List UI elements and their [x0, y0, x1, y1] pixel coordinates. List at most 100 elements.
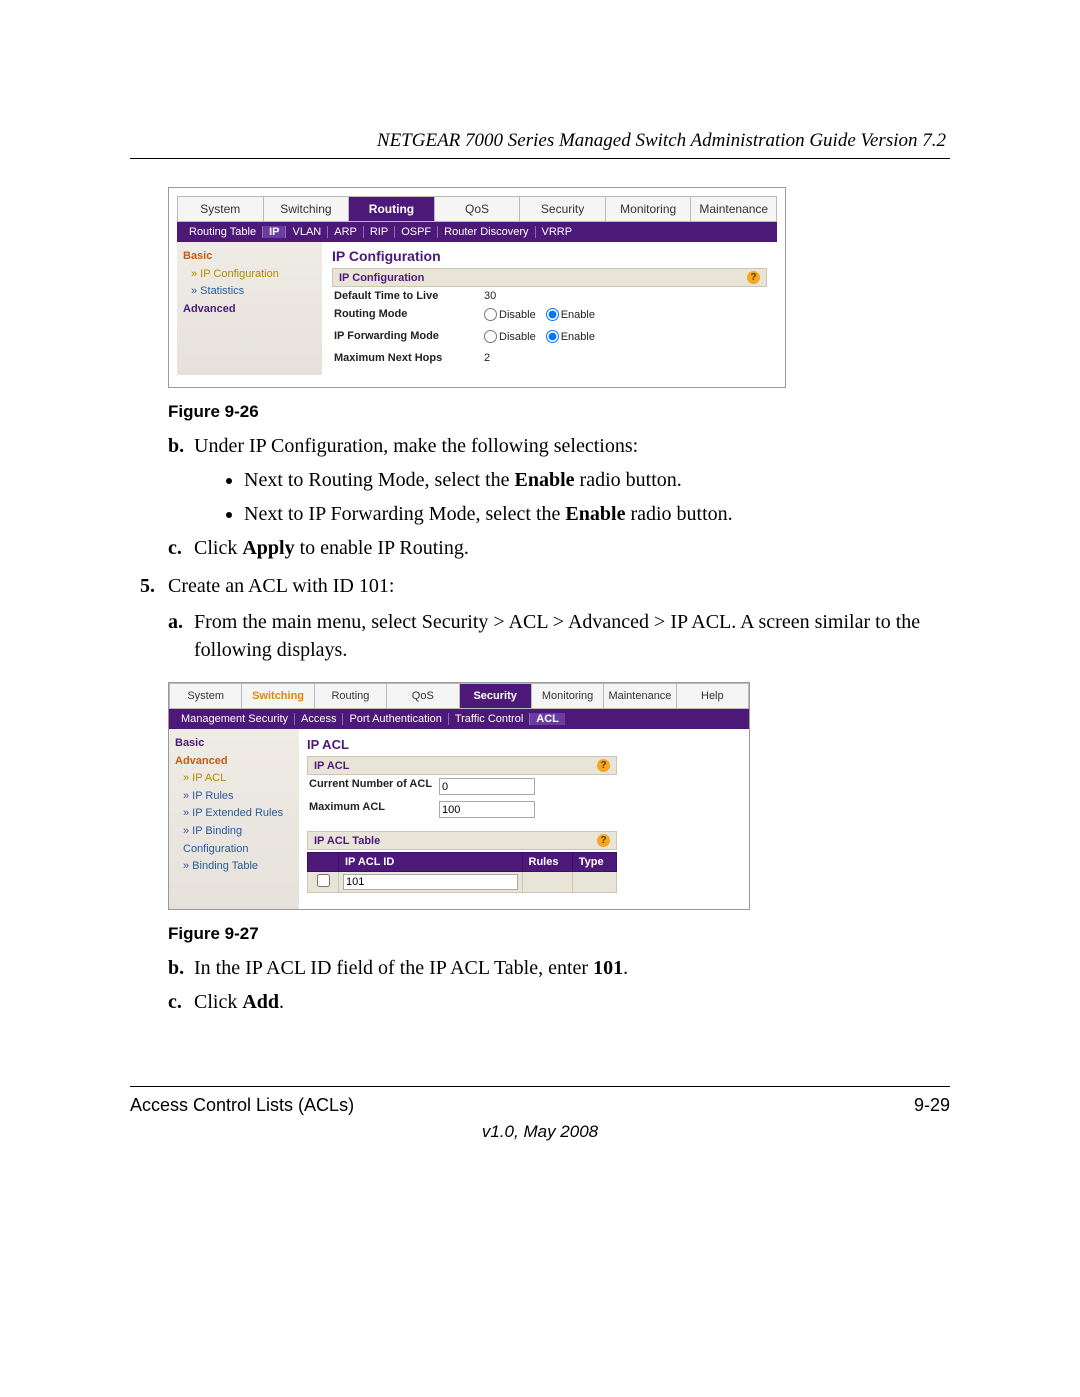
current-acl-input[interactable] — [439, 778, 535, 795]
max-hops-value: 2 — [484, 352, 765, 364]
subnav-access[interactable]: Access — [295, 713, 343, 725]
tab-help[interactable]: Help — [677, 684, 748, 708]
ttl-value: 30 — [484, 290, 765, 302]
step-c: c. Click Apply to enable IP Routing. — [168, 534, 950, 562]
figure-9-27-screenshot: System Switching Routing QoS Security Mo… — [168, 682, 750, 910]
subnav-vlan[interactable]: VLAN — [286, 226, 328, 238]
step-b-text: Under IP Configuration, make the followi… — [194, 435, 638, 457]
figure-9-26-caption: Figure 9-26 — [168, 402, 950, 422]
section-header: IP Configuration ? — [332, 268, 767, 287]
radio-label: Disable — [499, 331, 536, 343]
ip-acl-table-title: IP ACL Table — [314, 835, 380, 847]
subnav-acl[interactable]: ACL — [530, 713, 565, 725]
subnav-router-discovery[interactable]: Router Discovery — [438, 226, 535, 238]
current-acl-label: Current Number of ACL — [309, 778, 439, 795]
tab-system[interactable]: System — [170, 684, 242, 708]
main-tabs-2: System Switching Routing QoS Security Mo… — [169, 683, 749, 709]
footer-left: Access Control Lists (ACLs) — [130, 1095, 354, 1116]
radio-label: Enable — [561, 309, 595, 321]
footer-version: v1.0, May 2008 — [130, 1122, 950, 1142]
tab-monitoring[interactable]: Monitoring — [532, 684, 604, 708]
tab-routing[interactable]: Routing — [349, 197, 435, 221]
sidenav-ip-binding[interactable]: » IP Binding Configuration — [175, 823, 295, 858]
sidenav-ip-acl[interactable]: » IP ACL — [175, 770, 295, 788]
ip-acl-table-section-header: IP ACL Table ? — [307, 831, 617, 850]
step-5a: a. From the main menu, select Security >… — [168, 608, 950, 664]
tab-maintenance[interactable]: Maintenance — [604, 684, 676, 708]
max-hops-label: Maximum Next Hops — [334, 352, 484, 364]
step-5a-text: From the main menu, select Security > AC… — [194, 611, 920, 661]
subnav-traffic-control[interactable]: Traffic Control — [449, 713, 530, 725]
max-acl-input[interactable] — [439, 801, 535, 818]
side-nav: Basic » IP Configuration » Statistics Ad… — [177, 242, 322, 375]
tab-qos[interactable]: QoS — [435, 197, 521, 221]
help-icon[interactable]: ? — [747, 271, 760, 284]
section-title: IP Configuration — [339, 272, 424, 284]
footer-right: 9-29 — [914, 1095, 950, 1116]
tab-monitoring[interactable]: Monitoring — [606, 197, 692, 221]
sidenav-ip-extended-rules[interactable]: » IP Extended Rules — [175, 805, 295, 823]
document-header: NETGEAR 7000 Series Managed Switch Admin… — [130, 130, 950, 152]
step-5c: c. Click Add. — [168, 988, 950, 1016]
subnav-arp[interactable]: ARP — [328, 226, 364, 238]
radio-label: Enable — [561, 331, 595, 343]
forwarding-mode-label: IP Forwarding Mode — [334, 330, 484, 346]
tab-security[interactable]: Security — [520, 197, 606, 221]
sidenav-ip-rules[interactable]: » IP Rules — [175, 788, 295, 806]
routing-enable-radio[interactable]: Enable — [546, 308, 595, 321]
header-rule — [130, 158, 950, 159]
subnav-ip[interactable]: IP — [263, 226, 286, 238]
step-5b: b. In the IP ACL ID field of the IP ACL … — [168, 954, 950, 982]
routing-disable-radio[interactable]: Disable — [484, 308, 536, 321]
subnav-rip[interactable]: RIP — [364, 226, 395, 238]
fwd-disable-radio[interactable]: Disable — [484, 330, 536, 343]
step-5-intro: Create an ACL with ID 101: — [168, 575, 394, 597]
side-nav-2: Basic Advanced » IP ACL » IP Rules » IP … — [169, 729, 299, 909]
tab-qos[interactable]: QoS — [387, 684, 459, 708]
subnav-ospf[interactable]: OSPF — [395, 226, 438, 238]
ip-acl-section-title: IP ACL — [314, 760, 349, 772]
sidenav-ip-configuration[interactable]: » IP Configuration — [183, 266, 318, 284]
th-ip-acl-id: IP ACL ID — [339, 853, 523, 872]
sidenav-basic[interactable]: Basic — [183, 248, 318, 266]
ip-acl-section-header: IP ACL ? — [307, 756, 617, 775]
bullet-forwarding-mode: Next to IP Forwarding Mode, select the E… — [244, 500, 950, 528]
sidenav-advanced[interactable]: Advanced — [175, 753, 295, 771]
subnav-vrrp[interactable]: VRRP — [536, 226, 579, 238]
max-acl-label: Maximum ACL — [309, 801, 439, 818]
tab-security[interactable]: Security — [460, 684, 532, 708]
help-icon[interactable]: ? — [597, 759, 610, 772]
ip-acl-table: IP ACL ID Rules Type — [307, 852, 617, 893]
figure-9-26-screenshot: System Switching Routing QoS Security Mo… — [168, 187, 786, 388]
tab-switching[interactable]: Switching — [264, 197, 350, 221]
table-row — [308, 872, 617, 893]
sidenav-statistics[interactable]: » Statistics — [183, 283, 318, 301]
figure-9-27-caption: Figure 9-27 — [168, 924, 950, 944]
footer-rule — [130, 1086, 950, 1087]
sub-nav-2: Management Security Access Port Authenti… — [169, 709, 749, 729]
ip-acl-id-input[interactable] — [343, 874, 518, 890]
content-title: IP Configuration — [332, 248, 767, 264]
tab-maintenance[interactable]: Maintenance — [691, 197, 776, 221]
step-b: b. Under IP Configuration, make the foll… — [168, 432, 950, 528]
tab-system[interactable]: System — [178, 197, 264, 221]
subnav-mgmt-security[interactable]: Management Security — [175, 713, 295, 725]
sidenav-binding-table[interactable]: » Binding Table — [175, 858, 295, 876]
sidenav-basic[interactable]: Basic — [175, 735, 295, 753]
routing-mode-label: Routing Mode — [334, 308, 484, 324]
sub-nav: Routing Table IP VLAN ARP RIP OSPF Route… — [177, 222, 777, 242]
bullet-routing-mode: Next to Routing Mode, select the Enable … — [244, 466, 950, 494]
row-select-checkbox[interactable] — [317, 874, 330, 887]
sidenav-advanced[interactable]: Advanced — [183, 301, 318, 319]
tab-switching[interactable]: Switching — [242, 684, 314, 708]
subnav-routing-table[interactable]: Routing Table — [183, 226, 263, 238]
step-5: 5. Create an ACL with ID 101: a. From th… — [140, 572, 950, 664]
main-tabs: System Switching Routing QoS Security Mo… — [177, 196, 777, 222]
ttl-label: Default Time to Live — [334, 290, 484, 302]
radio-label: Disable — [499, 309, 536, 321]
subnav-port-auth[interactable]: Port Authentication — [343, 713, 448, 725]
help-icon[interactable]: ? — [597, 834, 610, 847]
th-type: Type — [572, 853, 616, 872]
tab-routing[interactable]: Routing — [315, 684, 387, 708]
fwd-enable-radio[interactable]: Enable — [546, 330, 595, 343]
